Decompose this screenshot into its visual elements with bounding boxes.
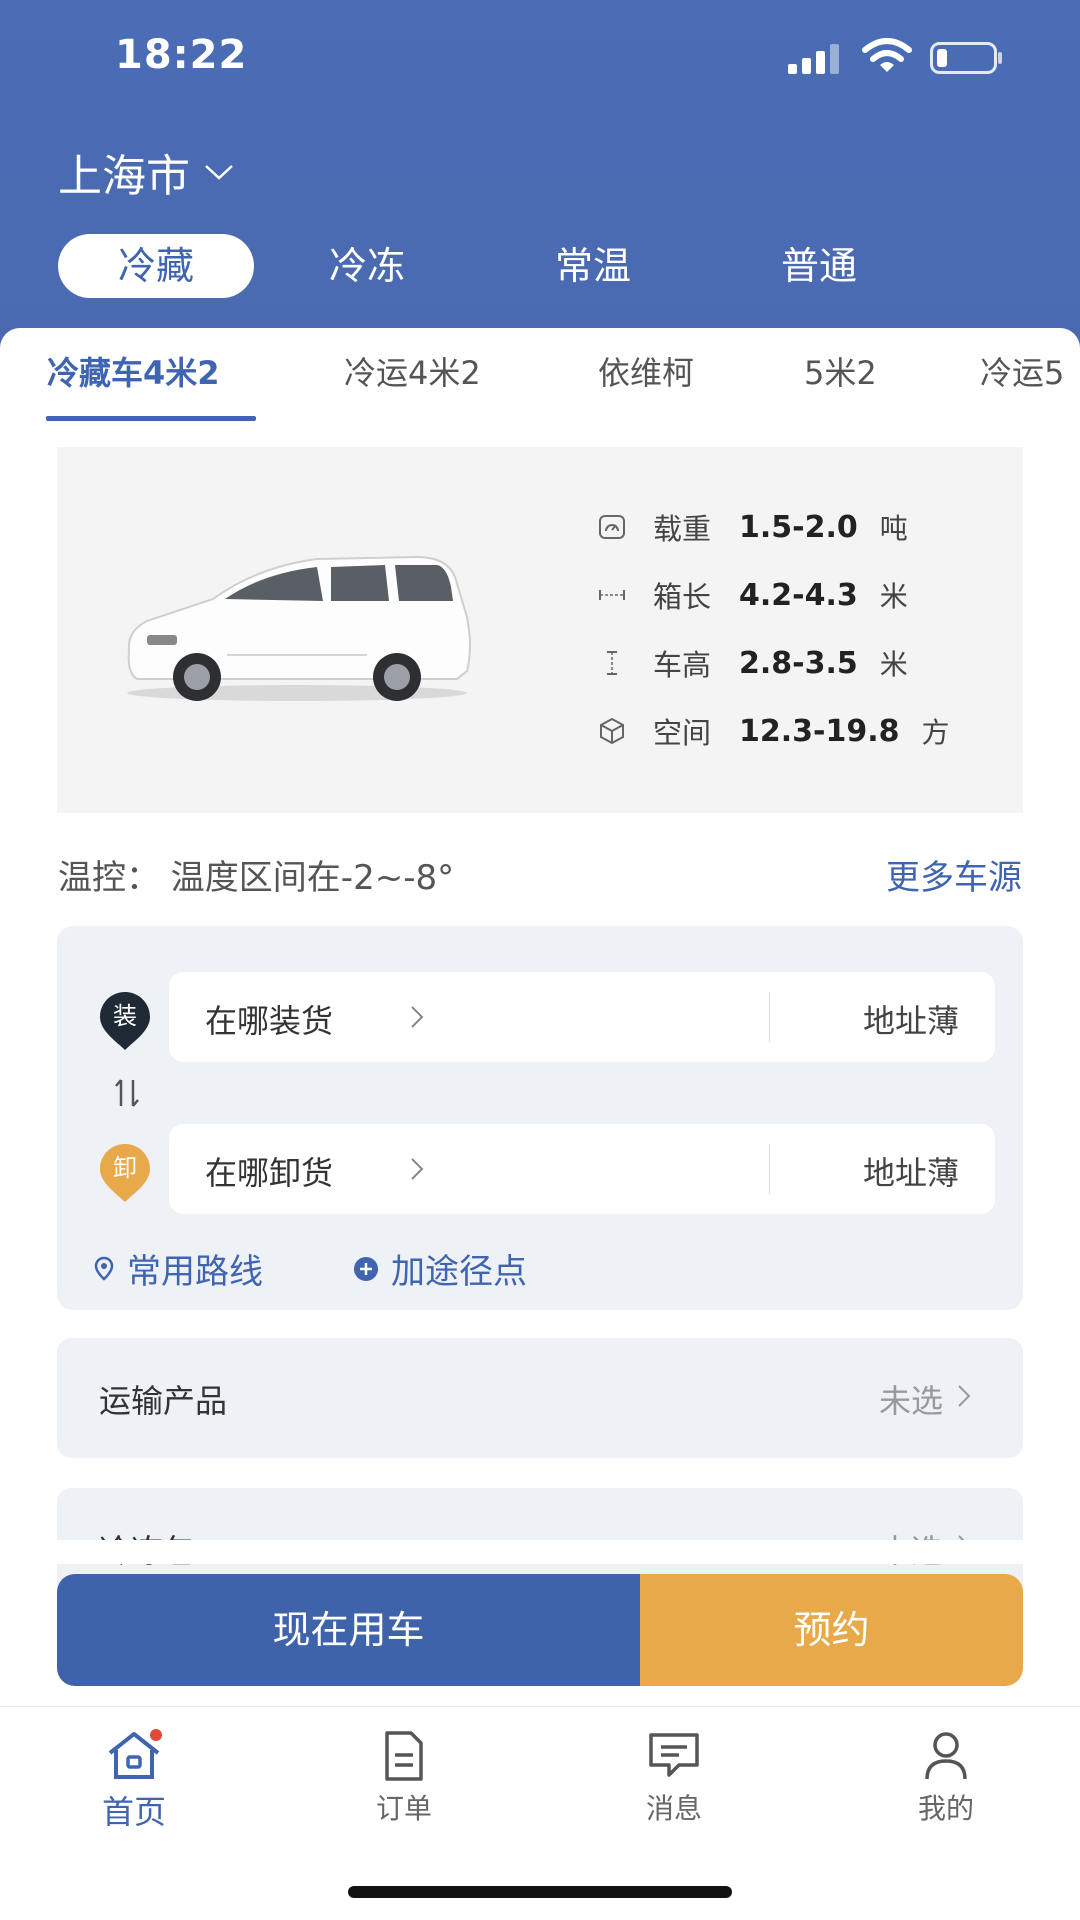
signal-icon (788, 44, 839, 74)
height-icon (607, 651, 617, 675)
spec-label: 箱长 (653, 580, 712, 614)
more-vehicles-link[interactable]: 更多车源 (886, 850, 1022, 899)
divider (769, 1144, 770, 1194)
transport-product-row[interactable]: 运输产品 未选 (57, 1338, 1023, 1458)
temperature-text: 温控： 温度区间在-2~-8° (58, 858, 455, 898)
chevron-right-icon (411, 1158, 424, 1180)
plus-circle-icon (354, 1256, 378, 1281)
chevron-down-icon (205, 165, 233, 180)
spec-unit: 吨 (879, 512, 908, 545)
chevron-right-icon (411, 1006, 424, 1028)
van-image (127, 555, 471, 701)
spec-value: 12.3-19.8 (739, 713, 900, 749)
location-pin-icon (94, 1256, 114, 1281)
spec-unit: 米 (879, 648, 908, 681)
load-badge: 装 (97, 990, 153, 1052)
load-address-field[interactable]: 在哪装货 地址薄 (169, 972, 995, 1062)
common-routes-link[interactable]: 常用路线 (93, 1244, 263, 1293)
tab-orders[interactable]: 订单 (334, 1729, 474, 1827)
header: 18:22 上海市 冷藏 冷冻 常温 普通 (0, 0, 1080, 360)
spec-unit: 米 (879, 580, 908, 613)
unload-badge: 卸 (97, 1142, 153, 1204)
cta-bar: 现在用车 预约 (57, 1574, 1023, 1686)
spec-value: 2.8-3.5 (739, 645, 858, 681)
unload-address-field[interactable]: 在哪卸货 地址薄 (169, 1124, 995, 1214)
vehicle-tab-4[interactable]: 5米2 (804, 352, 877, 424)
person-icon (925, 1732, 967, 1780)
home-icon (108, 1729, 162, 1779)
add-stop-link[interactable]: 加途径点 (353, 1244, 527, 1293)
document-icon (385, 1731, 423, 1781)
tab-frozen[interactable]: 冷冻 (254, 234, 480, 298)
unload-badge-label: 卸 (113, 1154, 137, 1182)
spec-value: 1.5-2.0 (739, 509, 858, 545)
spec-row-height: 车高 2.8-3.5 米 (597, 641, 908, 685)
tab-label: 我的 (917, 1792, 974, 1825)
spec-row-volume: 空间 12.3-19.8 方 (597, 709, 950, 753)
address-book-button[interactable]: 地址薄 (863, 1148, 959, 1194)
status-time: 18:22 (115, 32, 248, 78)
add-stop-label: 加途径点 (391, 1252, 527, 1292)
chevron-right-icon (958, 1385, 971, 1407)
gauge-icon (599, 515, 625, 539)
tab-messages[interactable]: 消息 (604, 1729, 744, 1827)
vehicle-tabs: 冷藏车4米2 冷运4米2 依维柯 5米2 冷运5 (0, 352, 1080, 424)
tab-label: 首页 (101, 1793, 166, 1831)
tab-ambient[interactable]: 常温 (480, 234, 706, 298)
vehicle-card: 载重 1.5-2.0 吨 箱长 4.2-4.3 米 车高 2.8-3.5 米 空… (57, 447, 1023, 813)
vehicle-tab-1[interactable]: 冷藏车4米2 (47, 352, 220, 424)
spec-value: 4.2-4.3 (739, 577, 858, 613)
unload-placeholder: 在哪卸货 (205, 1154, 334, 1192)
spec-unit: 方 (921, 716, 950, 749)
address-book-button[interactable]: 地址薄 (863, 996, 959, 1042)
load-badge-label: 装 (113, 1002, 137, 1030)
divider (769, 992, 770, 1042)
spec-label: 载重 (653, 512, 712, 546)
use-now-button[interactable]: 现在用车 (57, 1574, 640, 1686)
city-selector[interactable]: 上海市 (58, 140, 234, 204)
common-routes-label: 常用路线 (127, 1252, 263, 1292)
vehicle-tab-5[interactable]: 冷运5 (980, 352, 1064, 424)
battery-icon (930, 42, 1002, 74)
book-button[interactable]: 预约 (640, 1574, 1023, 1686)
tab-profile[interactable]: 我的 (876, 1729, 1016, 1827)
tab-refrigerated[interactable]: 冷藏 (58, 234, 254, 298)
tab-label: 消息 (645, 1792, 702, 1825)
tab-home[interactable]: 首页 (64, 1729, 204, 1833)
scroll-cutoff (0, 1540, 1080, 1564)
length-icon (599, 590, 625, 600)
spec-label: 车高 (653, 648, 712, 682)
tab-label: 订单 (375, 1792, 432, 1825)
wifi-icon (862, 38, 912, 72)
active-tab-indicator (46, 416, 256, 421)
category-tabs: 冷藏 冷冻 常温 普通 (58, 234, 932, 298)
spec-row-length: 箱长 4.2-4.3 米 (597, 573, 908, 617)
message-icon (649, 1733, 699, 1777)
route-box: 装 在哪装货 地址薄 卸 在哪卸货 地址薄 常用路线 加途径点 (57, 926, 1023, 1310)
vehicle-tab-3[interactable]: 依维柯 (598, 352, 694, 424)
vehicle-tab-2[interactable]: 冷运4米2 (344, 352, 481, 424)
city-label: 上海市 (58, 151, 190, 202)
spec-row-load: 载重 1.5-2.0 吨 (597, 505, 908, 549)
home-indicator (348, 1886, 732, 1898)
swap-icon[interactable] (112, 1076, 142, 1110)
tab-normal[interactable]: 普通 (706, 234, 932, 298)
option-label: 运输产品 (99, 1382, 228, 1420)
cube-icon (600, 717, 624, 745)
option-value: 未选 (878, 1382, 943, 1420)
load-placeholder: 在哪装货 (205, 1002, 334, 1040)
spec-label: 空间 (653, 716, 712, 750)
